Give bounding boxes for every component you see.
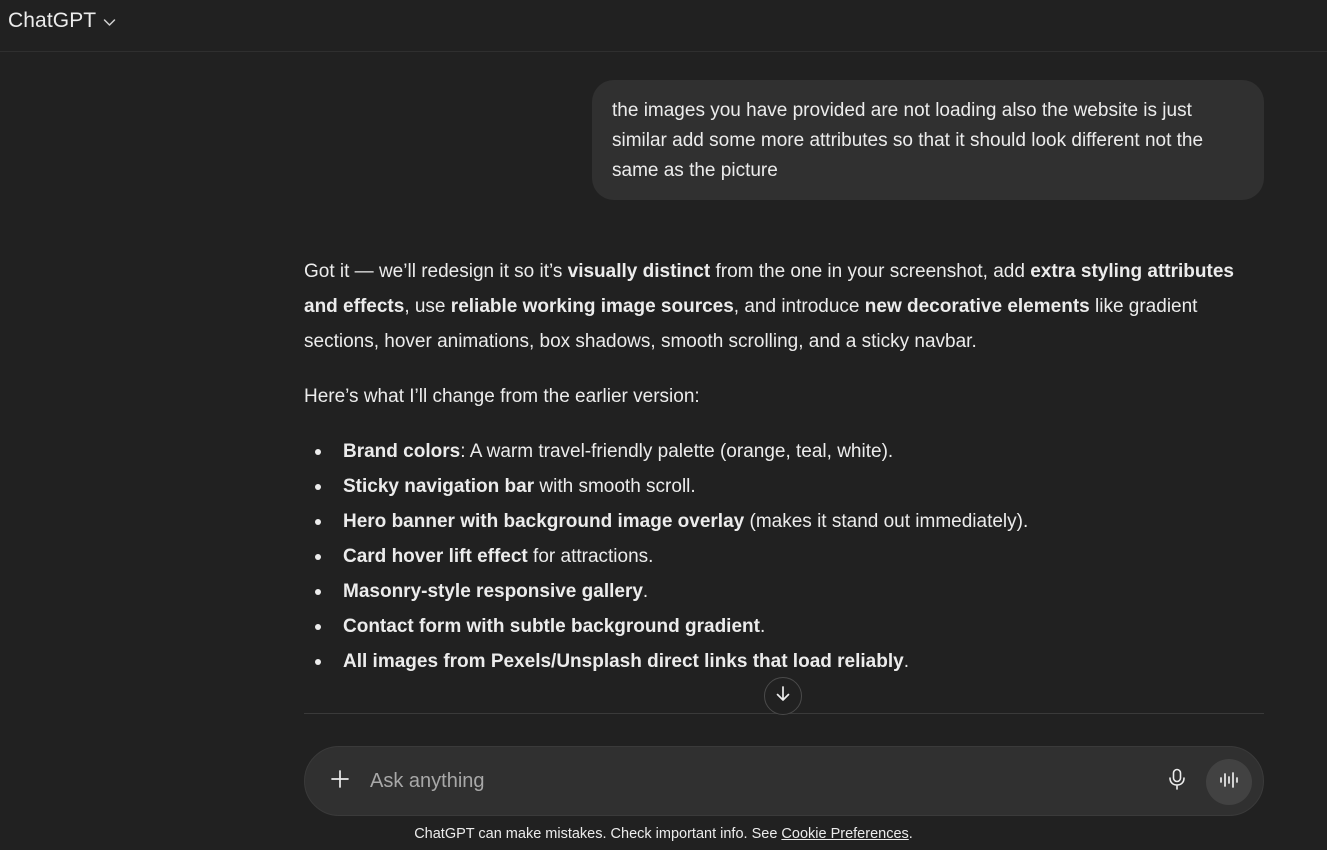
model-title: ChatGPT	[8, 9, 97, 32]
chevron-down-icon	[102, 15, 116, 29]
list-item-bold: All images from Pexels/Unsplash direct l…	[343, 651, 904, 672]
model-switcher[interactable]: ChatGPT	[8, 6, 116, 36]
list-item-text: (makes it stand out immediately).	[744, 511, 1029, 532]
change-list: Brand colors: A warm travel-friendly pal…	[304, 434, 1266, 679]
microphone-icon	[1168, 768, 1186, 795]
bullet-dot	[315, 624, 321, 630]
scroll-to-bottom-button[interactable]	[764, 677, 802, 715]
add-attachment-button[interactable]	[323, 764, 357, 798]
intro-text-3: , use	[404, 296, 451, 317]
list-item-text: .	[759, 616, 766, 637]
list-item-bold: Sticky navigation bar	[343, 476, 535, 497]
dictate-button[interactable]	[1160, 764, 1194, 798]
list-item-bold: Hero banner with background image overla…	[343, 511, 745, 532]
user-message-text: the images you have provided are not loa…	[612, 100, 1204, 181]
assistant-lead-paragraph: Here’s what I’ll change from the earlier…	[304, 386, 700, 407]
list-item-text: .	[903, 651, 909, 672]
cookie-preferences-link[interactable]: Cookie Preferences	[781, 826, 908, 842]
list-item: Sticky navigation bar with smooth scroll…	[304, 469, 1266, 504]
assistant-intro-paragraph: Got it — we’ll redesign it so it’s visua…	[304, 254, 1266, 359]
list-item: Masonry-style responsive gallery.	[304, 574, 1266, 609]
bullet-dot	[315, 554, 321, 560]
arrow-down-icon	[774, 685, 792, 708]
intro-bold-1: visually distinct	[567, 261, 711, 282]
top-bar: ChatGPT	[0, 0, 1327, 52]
list-item: Brand colors: A warm travel-friendly pal…	[304, 434, 1266, 469]
list-item-text: with smooth scroll.	[534, 476, 696, 497]
bullet-dot	[315, 659, 321, 665]
list-item: Hero banner with background image overla…	[304, 504, 1266, 539]
plus-icon	[330, 769, 350, 794]
bullet-dot	[315, 449, 321, 455]
disclaimer-text: ChatGPT can make mistakes. Check importa…	[414, 826, 782, 842]
user-message-bubble: the images you have provided are not loa…	[592, 80, 1264, 200]
list-item: Contact form with subtle background grad…	[304, 609, 1266, 644]
assistant-message: Got it — we’ll redesign it so it’s visua…	[304, 254, 1266, 679]
list-item-text: : A warm travel-friendly palette (orange…	[460, 441, 894, 462]
list-item-text: for attractions.	[527, 546, 654, 567]
list-item-bold: Card hover lift effect	[343, 546, 528, 567]
list-item: Card hover lift effect for attractions.	[304, 539, 1266, 574]
intro-bold-3: reliable working image sources	[450, 296, 734, 317]
voice-mode-icon	[1219, 771, 1239, 794]
disclaimer-footer: ChatGPT can make mistakes. Check importa…	[0, 826, 1327, 842]
list-item-bold: Brand colors	[343, 441, 461, 462]
list-item-bold: Masonry-style responsive gallery	[343, 581, 643, 602]
voice-mode-button[interactable]	[1206, 759, 1252, 805]
prompt-input[interactable]	[370, 764, 1140, 798]
intro-text-1: Got it — we’ll redesign it so it’s	[304, 261, 568, 282]
intro-text-2: from the one in your screenshot, add	[710, 261, 1031, 282]
intro-bold-4: new decorative elements	[864, 296, 1090, 317]
bullet-dot	[315, 519, 321, 525]
list-item: All images from Pexels/Unsplash direct l…	[304, 644, 1266, 679]
disclaimer-end: .	[908, 826, 913, 842]
list-item-bold: Contact form with subtle background grad…	[343, 616, 760, 637]
bullet-dot	[315, 589, 321, 595]
list-item-text: .	[642, 581, 649, 602]
prompt-composer	[304, 746, 1264, 816]
intro-text-4: , and introduce	[733, 296, 865, 317]
bullet-dot	[315, 484, 321, 490]
